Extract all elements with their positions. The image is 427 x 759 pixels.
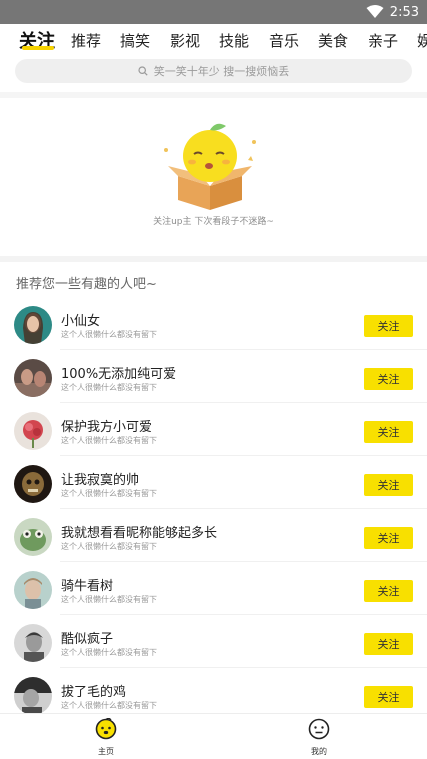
avatar	[14, 359, 52, 397]
status-bar: 2:53	[0, 0, 427, 24]
user-desc: 这个人很懒什么都没有留下	[61, 383, 157, 392]
active-tab-indicator	[22, 46, 54, 50]
list-item[interactable]: 保护我方小可爱 这个人很懒什么都没有留下 关注	[0, 404, 427, 456]
follow-button[interactable]: 关注	[364, 368, 413, 390]
user-desc: 这个人很懒什么都没有留下	[61, 648, 157, 657]
section-divider	[0, 256, 427, 262]
avatar	[14, 412, 52, 450]
avatar	[14, 571, 52, 609]
avatar	[14, 677, 52, 715]
user-desc: 这个人很懒什么都没有留下	[61, 595, 157, 604]
list-item[interactable]: 酷似疯子 这个人很懒什么都没有留下 关注	[0, 616, 427, 668]
avatar	[14, 306, 52, 344]
user-name: 保护我方小可爱	[61, 420, 153, 435]
home-face-icon	[95, 717, 117, 740]
tab-film[interactable]: 影视	[170, 30, 200, 51]
list-item[interactable]: 让我寂寞的帅 这个人很懒什么都没有留下 关注	[0, 457, 427, 509]
user-desc: 这个人很懒什么都没有留下	[61, 542, 157, 551]
avatar	[14, 518, 52, 556]
user-name: 100%无添加纯可爱	[61, 367, 177, 382]
tab-music[interactable]: 音乐	[269, 30, 299, 51]
row-divider	[60, 402, 427, 403]
list-item[interactable]: 100%无添加纯可爱 这个人很懒什么都没有留下 关注	[0, 351, 427, 403]
user-desc: 这个人很懒什么都没有留下	[61, 330, 157, 339]
empty-mascot-illustration	[164, 123, 256, 210]
category-tabs: 关注 推荐 搞笑 影视 技能 音乐 美食 亲子 娱	[0, 24, 427, 58]
clock: 2:53	[389, 4, 419, 20]
row-divider	[60, 349, 427, 350]
follow-button[interactable]: 关注	[364, 686, 413, 708]
nav-home-label: 主页	[98, 747, 114, 756]
tab-funny[interactable]: 搞笑	[120, 30, 150, 51]
follow-button[interactable]: 关注	[364, 527, 413, 549]
search-placeholder: 笑一笑十年少 搜一搜烦恼丢	[153, 65, 290, 78]
follow-button[interactable]: 关注	[364, 474, 413, 496]
tab-food[interactable]: 美食	[318, 30, 348, 51]
row-divider	[60, 455, 427, 456]
empty-state-text: 关注up主 下次看段子不迷路~	[153, 217, 274, 227]
user-desc: 这个人很懒什么都没有留下	[61, 489, 157, 498]
user-name: 拔了毛的鸡	[61, 685, 127, 700]
nav-home[interactable]: 主页	[76, 717, 136, 757]
avatar	[14, 624, 52, 662]
user-name: 骑牛看树	[61, 579, 114, 594]
wifi-icon	[366, 5, 384, 18]
search-bar[interactable]: 笑一笑十年少 搜一搜烦恼丢	[15, 59, 412, 83]
user-name: 酷似疯子	[61, 632, 114, 647]
nav-profile-label: 我的	[311, 747, 327, 756]
tab-skills[interactable]: 技能	[219, 30, 249, 51]
row-divider	[60, 614, 427, 615]
list-item[interactable]: 骑牛看树 这个人很懒什么都没有留下 关注	[0, 563, 427, 615]
user-name: 我就想看看昵称能够起多长	[61, 526, 218, 541]
row-divider	[60, 561, 427, 562]
list-item[interactable]: 我就想看看昵称能够起多长 这个人很懒什么都没有留下 关注	[0, 510, 427, 562]
user-name: 让我寂寞的帅	[61, 473, 140, 488]
avatar	[14, 465, 52, 503]
tab-recommend[interactable]: 推荐	[71, 30, 101, 51]
profile-face-icon	[308, 718, 330, 740]
row-divider	[60, 508, 427, 509]
user-name: 小仙女	[61, 314, 101, 329]
follow-button[interactable]: 关注	[364, 421, 413, 443]
user-desc: 这个人很懒什么都没有留下	[61, 701, 157, 710]
follow-button[interactable]: 关注	[364, 633, 413, 655]
follow-button[interactable]: 关注	[364, 315, 413, 337]
search-icon	[138, 66, 148, 76]
tab-entertainment[interactable]: 娱	[417, 30, 427, 51]
row-divider	[60, 667, 427, 668]
bottom-nav: 主页 我的	[0, 713, 427, 759]
user-desc: 这个人很懒什么都没有留下	[61, 436, 157, 445]
nav-profile[interactable]: 我的	[289, 718, 349, 757]
list-item[interactable]: 小仙女 这个人很懒什么都没有留下 关注	[0, 298, 427, 350]
tab-parenting[interactable]: 亲子	[368, 30, 398, 51]
recommend-title: 推荐您一些有趣的人吧~	[16, 277, 157, 292]
follow-button[interactable]: 关注	[364, 580, 413, 602]
